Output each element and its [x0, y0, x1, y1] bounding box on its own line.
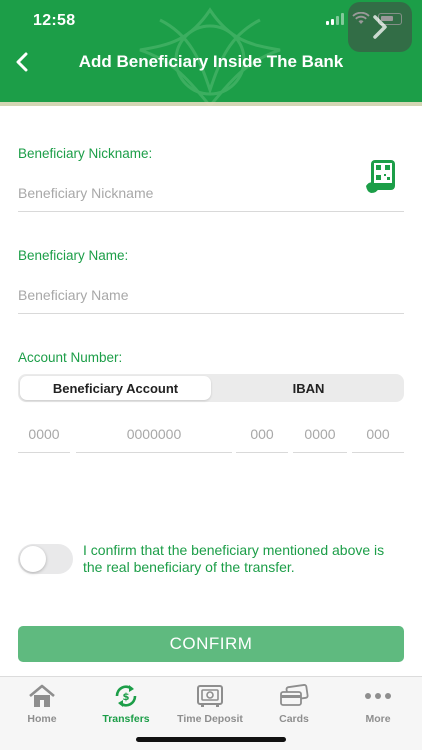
tab-transfers[interactable]: $ Transfers: [84, 683, 168, 725]
safe-icon: [197, 685, 223, 707]
segment-beneficiary-account[interactable]: Beneficiary Account: [20, 376, 211, 400]
svg-text:$: $: [123, 692, 130, 703]
app-header: 12:58 Add Beneficiary Inside The Bank: [0, 0, 422, 106]
name-label: Beneficiary Name:: [18, 248, 129, 263]
more-icon: [365, 693, 391, 699]
tab-home[interactable]: Home: [0, 683, 84, 725]
account-part-3: [236, 415, 288, 453]
home-indicator: [136, 737, 286, 742]
header-band: [0, 102, 422, 106]
tab-home-label: Home: [27, 713, 57, 725]
status-time: 12:58: [33, 12, 76, 29]
transfers-icon: $: [115, 685, 137, 707]
tab-time-deposit-label: Time Deposit: [177, 713, 243, 725]
account-sub-input[interactable]: [293, 425, 347, 442]
account-part-5: [352, 415, 404, 453]
name-input[interactable]: [18, 276, 404, 313]
account-suffix-input[interactable]: [352, 425, 404, 442]
tab-more[interactable]: More: [336, 683, 420, 725]
confirm-button[interactable]: CONFIRM: [18, 626, 404, 662]
toggle-knob: [20, 546, 46, 572]
nickname-label: Beneficiary Nickname:: [18, 146, 153, 161]
tab-cards-label: Cards: [279, 713, 309, 725]
account-number-input[interactable]: [76, 425, 232, 442]
floating-forward-button[interactable]: [348, 2, 412, 52]
home-icon: [29, 684, 55, 707]
nickname-field-wrap: [18, 160, 404, 212]
account-part-1: [18, 415, 70, 453]
tab-cards[interactable]: Cards: [252, 683, 336, 725]
account-type-input[interactable]: [236, 425, 288, 442]
account-number-row: [18, 415, 404, 453]
tab-more-label: More: [365, 713, 391, 725]
confirm-toggle[interactable]: [18, 544, 73, 574]
tab-bar: Home $ Transfers Time Deposit Cards More: [0, 676, 422, 750]
signal-icon: [326, 12, 344, 25]
account-branch-input[interactable]: [18, 425, 70, 442]
tab-time-deposit[interactable]: Time Deposit: [168, 683, 252, 725]
account-part-2: [76, 415, 232, 453]
page-title: Add Beneficiary Inside The Bank: [78, 52, 344, 71]
segment-iban[interactable]: IBAN: [213, 374, 404, 402]
chevron-right-icon: [373, 15, 387, 39]
account-label: Account Number:: [18, 350, 123, 365]
name-field-wrap: [18, 276, 404, 314]
account-type-segmented-control: Beneficiary Account IBAN: [18, 374, 404, 402]
confirmation-text: I confirm that the beneficiary mentioned…: [83, 542, 385, 575]
nickname-input[interactable]: [18, 174, 404, 211]
tab-transfers-label: Transfers: [102, 713, 150, 725]
cards-icon: [280, 684, 309, 706]
qr-scan-icon[interactable]: [366, 160, 396, 194]
account-part-4: [293, 415, 347, 453]
